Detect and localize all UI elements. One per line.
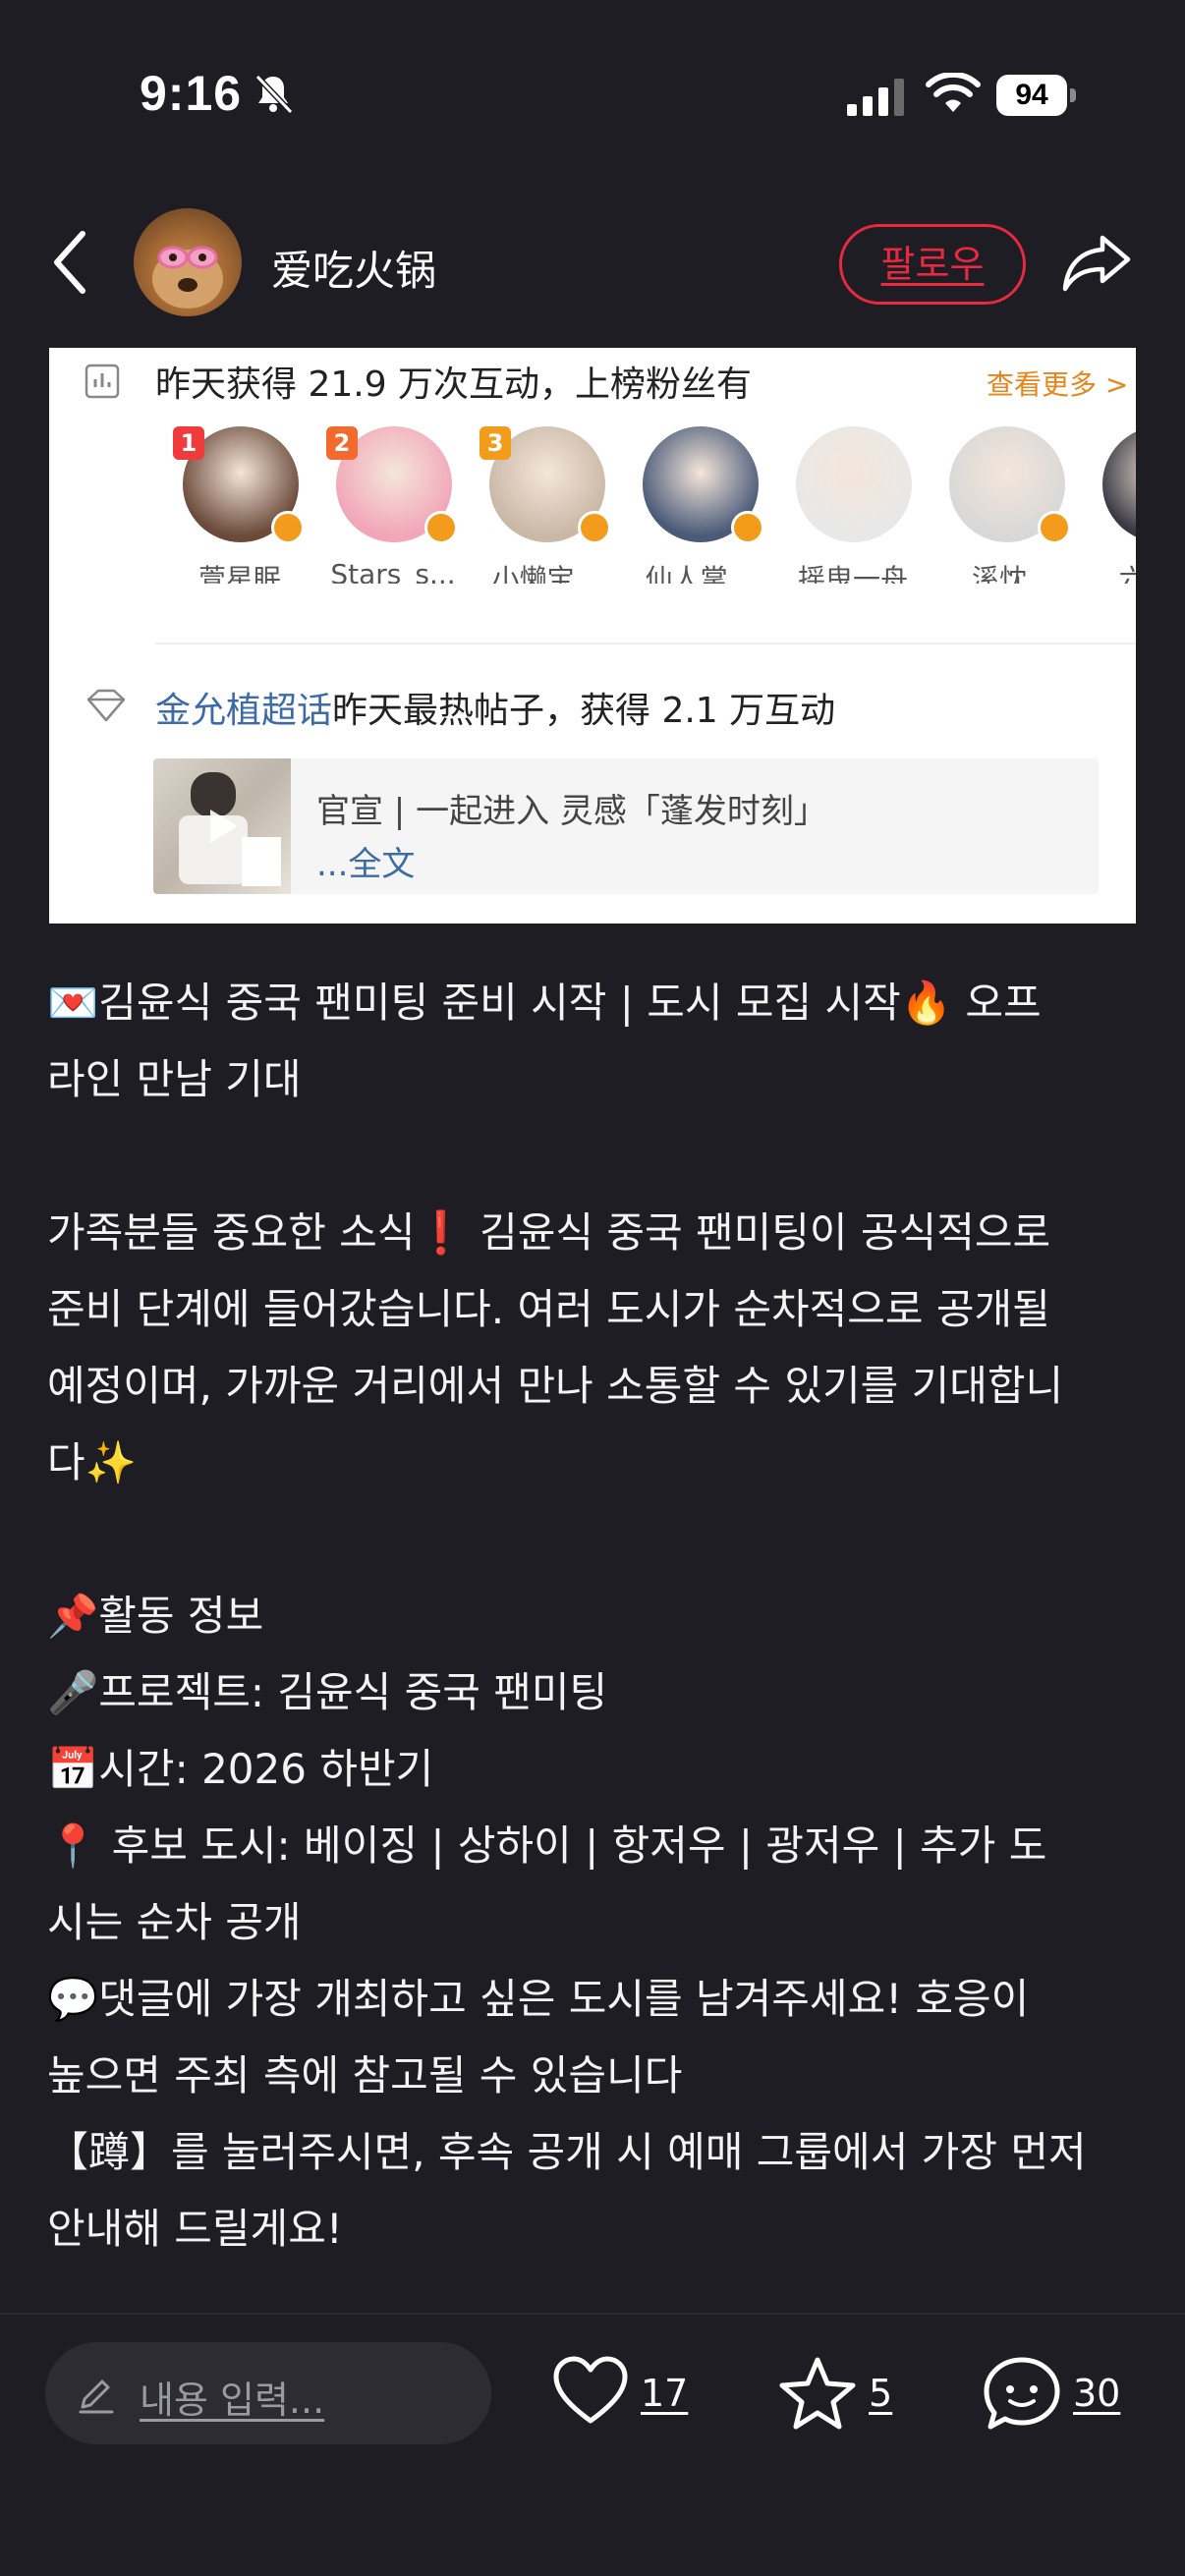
pencil-icon — [79, 2380, 114, 2414]
fan-avatar — [796, 426, 912, 542]
hot-post-stats: 昨天最热帖子，获得 2.1 万互动 — [332, 691, 836, 731]
body-line: 높으면 주최 측에 참고될 수 있습니다 — [47, 2051, 683, 2100]
fan-item[interactable]: 2 Stars_s... — [307, 426, 458, 584]
fan-item[interactable]: 六爻... — [1073, 426, 1136, 584]
body-line: 📍 후보 도시: 베이징 | 상하이 | 항저우 | 광저우 | 추가 도 — [47, 1821, 1047, 1870]
avatar-image — [152, 246, 223, 308]
fan-name: 溪忱_ — [971, 563, 1041, 584]
body-line: 준비 단계에 들어갔습니다. 여러 도시가 순차적으로 공개될 — [47, 1285, 1050, 1333]
comment-input[interactable]: 내용 입력... — [45, 2342, 491, 2444]
body-line: 라인 만남 기대 — [47, 1055, 302, 1103]
stats-text: 昨天获得 21.9 万次互动，上榜粉丝有 — [155, 364, 753, 405]
fan-name: 仙人掌... — [645, 563, 755, 584]
status-time: 9:16 — [140, 66, 243, 121]
post-body: 💌김윤식 중국 팬미팅 준비 시작 | 도시 모집 시작🔥 오프라인 만남 기대… — [47, 965, 1138, 2268]
fan-name: Stars_s... — [330, 558, 456, 584]
wifi-icon — [926, 73, 981, 112]
post-thumbnail — [153, 758, 291, 894]
fan-item[interactable]: 摇曳一舟 — [766, 426, 914, 584]
fans-row: 1 萱星眠 2 Stars_s... 3 小懒宝... 仙人掌... 摇曳一舟 溪忱_ 六爻... — [49, 426, 1136, 584]
battery-level: 94 — [996, 75, 1067, 116]
fan-item[interactable]: 1 萱星眠 — [153, 426, 305, 584]
hot-post-text: 金允植超话昨天最热帖子，获得 2.1 万互动 — [155, 682, 835, 733]
body-line: 가족분들 중요한 소식❗ 김윤식 중국 팬미팅이 공식적으로 — [47, 1208, 1051, 1257]
favorite-count: 5 — [869, 2372, 893, 2415]
super-topic-link[interactable]: 金允植超话 — [155, 691, 332, 731]
comment-button[interactable]: 30 — [983, 2350, 1140, 2438]
comment-count: 30 — [1073, 2372, 1121, 2415]
verified-badge-icon — [424, 511, 458, 544]
fan-name: 摇曳一舟 — [797, 563, 908, 584]
chat-bubble-icon — [984, 2357, 1060, 2430]
body-line: 예정이며, 가까운 거리에서 만나 소통할 수 있기를 기대합니 — [47, 1362, 1064, 1410]
comment-placeholder: 내용 입력... — [140, 2379, 325, 2422]
like-count: 17 — [641, 2372, 689, 2415]
star-icon — [779, 2357, 856, 2430]
battery-cap — [1070, 88, 1076, 102]
fan-name: 萱星眠 — [198, 563, 281, 584]
heart-icon — [553, 2356, 628, 2424]
battery-icon: 94 — [996, 75, 1076, 116]
body-line — [47, 1501, 1138, 1578]
chevron-left-icon[interactable] — [47, 228, 94, 297]
status-bar: 9:16 94 — [0, 0, 1185, 192]
body-line: 다✨ — [47, 1438, 137, 1486]
avatar[interactable] — [134, 208, 242, 316]
body-line: 💬댓글에 가장 개최하고 싶은 도시를 남겨주세요! 호응이 — [47, 1975, 1030, 2023]
post-header: 爱吃火锅 팔로우 — [0, 196, 1185, 334]
fan-item[interactable]: 3 小懒宝... — [460, 426, 611, 584]
bottom-action-bar: 내용 입력... 17 5 30 — [0, 2315, 1185, 2576]
embedded-card[interactable]: 昨天获得 21.9 万次互动，上榜粉丝有 查看更多 > 1 萱星眠 2 Stars_s… — [49, 348, 1136, 924]
like-button[interactable]: 17 — [552, 2350, 690, 2438]
verified-badge-icon — [731, 511, 764, 544]
verified-badge-icon — [578, 511, 611, 544]
follow-button[interactable]: 팔로우 — [839, 224, 1026, 305]
fan-item[interactable]: 仙人掌... — [613, 426, 764, 584]
username[interactable]: 爱吃火锅 — [271, 238, 436, 298]
fan-name: 六爻... — [1118, 563, 1136, 584]
stats-row: 昨天获得 21.9 万次互动，上榜粉丝有 查看更多 > — [85, 354, 1128, 405]
full-text-link[interactable]: ...全文 — [316, 837, 415, 885]
fan-rank-badge: 3 — [480, 426, 511, 460]
see-more-link[interactable]: 查看更多 > — [987, 364, 1128, 403]
body-line — [47, 1118, 1138, 1195]
signal-icon — [847, 79, 904, 116]
fan-name: 小懒宝... — [491, 563, 601, 584]
fan-item[interactable]: 溪忱_ — [920, 426, 1071, 584]
body-line: 📌활동 정보 — [47, 1592, 264, 1640]
fan-avatar — [1102, 426, 1136, 542]
post-preview[interactable]: 官宣 | 一起进入 灵感「蓬发时刻」 ...全文 — [153, 758, 1099, 894]
body-line: 🎤프로젝트: 김윤식 중국 팬미팅 — [47, 1668, 608, 1716]
body-line: 【蹲】를 눌러주시면, 후속 공개 시 예매 그룹에서 가장 먼저 — [47, 2128, 1087, 2176]
post-title: 官宣 | 一起进入 灵感「蓬发时刻」 — [316, 792, 827, 831]
body-line: 📅시간: 2026 하반기 — [47, 1745, 434, 1793]
verified-badge-icon — [271, 511, 305, 544]
diamond-icon — [86, 689, 126, 722]
body-line: 안내해 드릴게요! — [47, 2205, 343, 2253]
play-icon — [210, 810, 238, 843]
bell-slash-icon — [254, 74, 294, 115]
bar-chart-icon — [85, 364, 120, 399]
verified-badge-icon — [1038, 511, 1071, 544]
body-line: 💌김윤식 중국 팬미팅 준비 시작 | 도시 모집 시작🔥 오프 — [47, 979, 1042, 1027]
fan-rank-badge: 2 — [326, 426, 358, 460]
favorite-button[interactable]: 5 — [778, 2350, 906, 2438]
share-arrow-icon[interactable] — [1061, 232, 1132, 293]
hot-post-row: 金允植超话昨天最热帖子，获得 2.1 万互动 — [85, 680, 1126, 735]
body-line: 시는 순차 공개 — [47, 1898, 302, 1946]
divider — [155, 643, 1136, 644]
fan-rank-badge: 1 — [173, 426, 204, 460]
